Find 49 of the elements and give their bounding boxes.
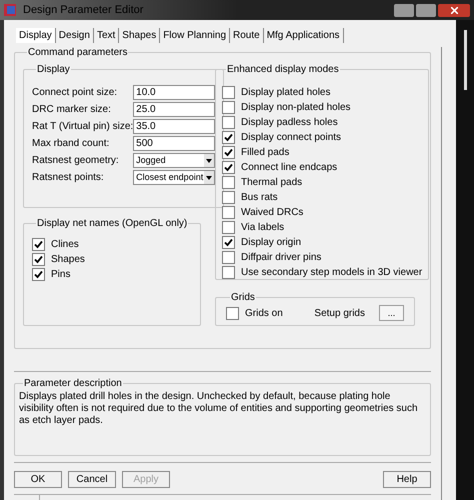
checkbox-label: Pins bbox=[51, 268, 70, 282]
field-label: Ratsnest geometry: bbox=[32, 154, 119, 168]
setup-grids-label: Setup grids bbox=[314, 306, 365, 320]
tab[interactable]: Text bbox=[94, 28, 120, 43]
checkbox-label: Via labels bbox=[241, 221, 284, 235]
checkbox-label: Grids on bbox=[245, 306, 283, 320]
checkbox-label: Clines bbox=[51, 238, 79, 252]
setup-grids-button[interactable]: ... bbox=[379, 305, 404, 321]
tab[interactable]: Design bbox=[56, 28, 94, 43]
field-label: Rat T (Virtual pin) size: bbox=[32, 120, 134, 134]
group-title: Command parameters bbox=[27, 46, 128, 60]
checkbox-label: Use secondary step models in 3D viewer bbox=[241, 266, 422, 280]
dropdown[interactable]: Closest endpoint bbox=[133, 170, 216, 185]
input-field[interactable]: 25.0 bbox=[133, 102, 216, 117]
tab[interactable]: Shapes bbox=[119, 28, 160, 43]
checkbox-label: Display padless holes bbox=[241, 116, 338, 130]
input-field[interactable]: 10.0 bbox=[133, 85, 216, 100]
group-title: Enhanced display modes bbox=[226, 63, 340, 77]
window-title: Design Parameter Editor bbox=[23, 2, 144, 18]
dropdown[interactable]: Jogged bbox=[133, 153, 216, 168]
checkbox-label: Diffpair driver pins bbox=[241, 251, 322, 265]
field-label: Max rband count: bbox=[32, 137, 110, 151]
checkbox-label: Display origin bbox=[241, 236, 302, 250]
group-title: Parameter description bbox=[23, 377, 123, 391]
checkbox-label: Filled pads bbox=[241, 146, 290, 160]
dialog-button[interactable]: Cancel bbox=[68, 471, 116, 488]
checkbox-label: Thermal pads bbox=[241, 176, 302, 190]
field-label: Connect point size: bbox=[32, 86, 118, 100]
checkbox-label: Bus rats bbox=[241, 191, 278, 205]
checkbox-label: Connect line endcaps bbox=[241, 161, 338, 175]
group-title: Display net names (OpenGL only) bbox=[36, 217, 188, 231]
dialog-button[interactable]: Help bbox=[383, 471, 431, 488]
field-label: DRC marker size: bbox=[32, 103, 111, 117]
input-field[interactable]: 500 bbox=[133, 136, 216, 151]
tab[interactable]: Mfg Applications bbox=[264, 28, 344, 43]
dialog-button[interactable]: OK bbox=[14, 471, 62, 488]
input-field[interactable]: 35.0 bbox=[133, 119, 216, 134]
tab[interactable]: Display bbox=[16, 28, 56, 43]
checkbox-label: Waived DRCs bbox=[241, 206, 304, 220]
checkbox-label: Shapes bbox=[51, 253, 85, 267]
description-text: Displays plated drill holes in the design. Unchecked by default, because plating hole visibility often is not required due to the volume of entities and supporting geometries such as etch layer pads. bbox=[19, 391, 419, 427]
checkbox-label: Display plated holes bbox=[241, 86, 330, 100]
group-title: Grids bbox=[230, 291, 256, 305]
checkbox-label: Display non-plated holes bbox=[241, 101, 351, 115]
tab[interactable]: Route bbox=[230, 28, 264, 43]
field-label: Ratsnest points: bbox=[32, 171, 104, 185]
checkbox-label: Display connect points bbox=[241, 131, 342, 145]
group-title: Display bbox=[36, 63, 71, 77]
tab[interactable]: Flow Planning bbox=[160, 28, 230, 43]
